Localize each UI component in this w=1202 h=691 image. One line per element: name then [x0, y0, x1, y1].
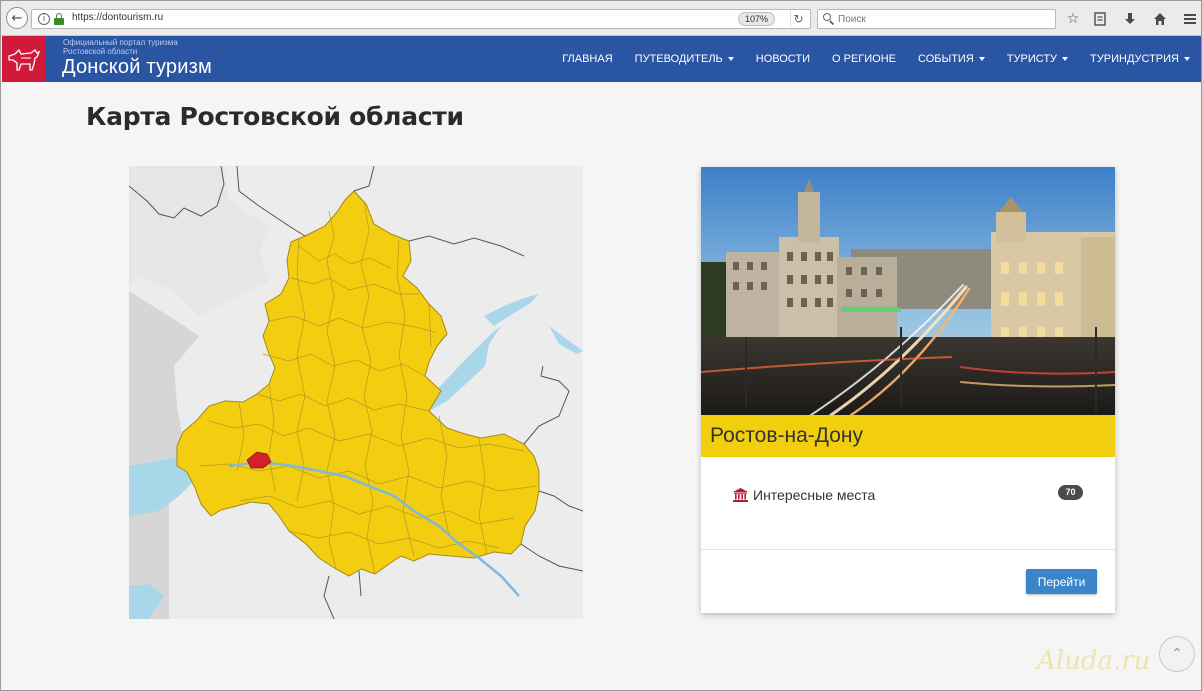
city-name[interactable]: Ростов-на-Дону — [710, 424, 863, 448]
region-map[interactable] — [129, 166, 583, 619]
browser-search-box[interactable] — [817, 9, 1056, 29]
search-icon — [823, 13, 835, 25]
reading-list-icon[interactable] — [1091, 10, 1109, 28]
nav-item-home[interactable]: ГЛАВНАЯ — [551, 36, 623, 82]
nav-item-events[interactable]: СОБЫТИЯ — [907, 36, 996, 82]
caret-down-icon — [978, 57, 985, 61]
nav-label: ГЛАВНАЯ — [562, 53, 613, 65]
portal-tagline-line2: Ростовской области — [63, 47, 138, 56]
nav-label: НОВОСТИ — [755, 53, 810, 65]
nav-item-about-region[interactable]: О РЕГИОНЕ — [821, 36, 907, 82]
info-icon[interactable]: i — [38, 13, 50, 25]
nav-label: ТУРИНДУСТРИЯ — [1090, 53, 1179, 65]
menu-icon[interactable] — [1181, 10, 1199, 28]
page-title: Карта Ростовской области — [86, 102, 464, 131]
browser-window: ← i https://dontourism.ru 107% ↻ ☆ — [0, 0, 1202, 691]
nav-label: ПУТЕВОДИТЕЛЬ — [634, 53, 723, 65]
nav-item-guide[interactable]: ПУТЕВОДИТЕЛЬ — [624, 36, 745, 82]
site-title[interactable]: Донской туризм — [62, 56, 212, 79]
home-icon[interactable] — [1151, 10, 1169, 28]
watermark-logo: Aluda.ru — [1037, 646, 1151, 676]
main-navigation: ГЛАВНАЯ ПУТЕВОДИТЕЛЬ НОВОСТИ О РЕГИОНЕ С… — [551, 36, 1201, 82]
bookmark-star-icon[interactable]: ☆ — [1064, 10, 1082, 28]
caret-down-icon — [1062, 57, 1069, 61]
nav-item-tourism-industry[interactable]: ТУРИНДУСТРИЯ — [1079, 36, 1201, 82]
site-logo[interactable] — [2, 36, 46, 82]
go-button[interactable]: Перейти — [1026, 569, 1097, 594]
reload-icon[interactable]: ↻ — [790, 11, 806, 27]
nav-label: ТУРИСТУ — [1006, 53, 1058, 65]
address-bar[interactable]: i https://dontourism.ru 107% ↻ — [31, 9, 811, 29]
lock-icon[interactable] — [54, 13, 64, 25]
zoom-level-badge[interactable]: 107% — [738, 12, 776, 26]
portal-tagline-line1: Официальный портал туризма — [63, 38, 178, 47]
search-input[interactable] — [838, 10, 1048, 28]
site-header: Официальный портал туризма Ростовской об… — [2, 36, 1201, 82]
nav-item-tourist[interactable]: ТУРИСТУ — [996, 36, 1079, 82]
download-icon[interactable] — [1121, 10, 1139, 28]
city-photo[interactable] — [701, 167, 1115, 415]
interesting-places-row[interactable]: Интересные места — [733, 487, 875, 503]
url-text[interactable]: https://dontourism.ru — [72, 12, 163, 23]
city-card: Ростов-на-Дону Интересные места 70 Перей… — [701, 167, 1115, 613]
nav-label: СОБЫТИЯ — [918, 53, 974, 65]
nav-label: О РЕГИОНЕ — [832, 53, 896, 65]
places-count-badge: 70 — [1058, 485, 1083, 500]
nav-item-news[interactable]: НОВОСТИ — [745, 36, 821, 82]
browser-toolbar: ← i https://dontourism.ru 107% ↻ ☆ — [1, 1, 1201, 36]
bull-logo-icon — [8, 48, 41, 71]
museum-icon — [733, 488, 748, 502]
city-title-bar: Ростов-на-Дону — [701, 415, 1115, 457]
back-arrow-icon[interactable]: ← — [6, 7, 28, 29]
scroll-to-top-button[interactable]: ⌃ — [1159, 636, 1195, 672]
card-divider — [701, 549, 1115, 550]
interesting-places-label: Интересные места — [753, 487, 876, 503]
caret-down-icon — [727, 57, 734, 61]
caret-down-icon — [1184, 57, 1190, 61]
